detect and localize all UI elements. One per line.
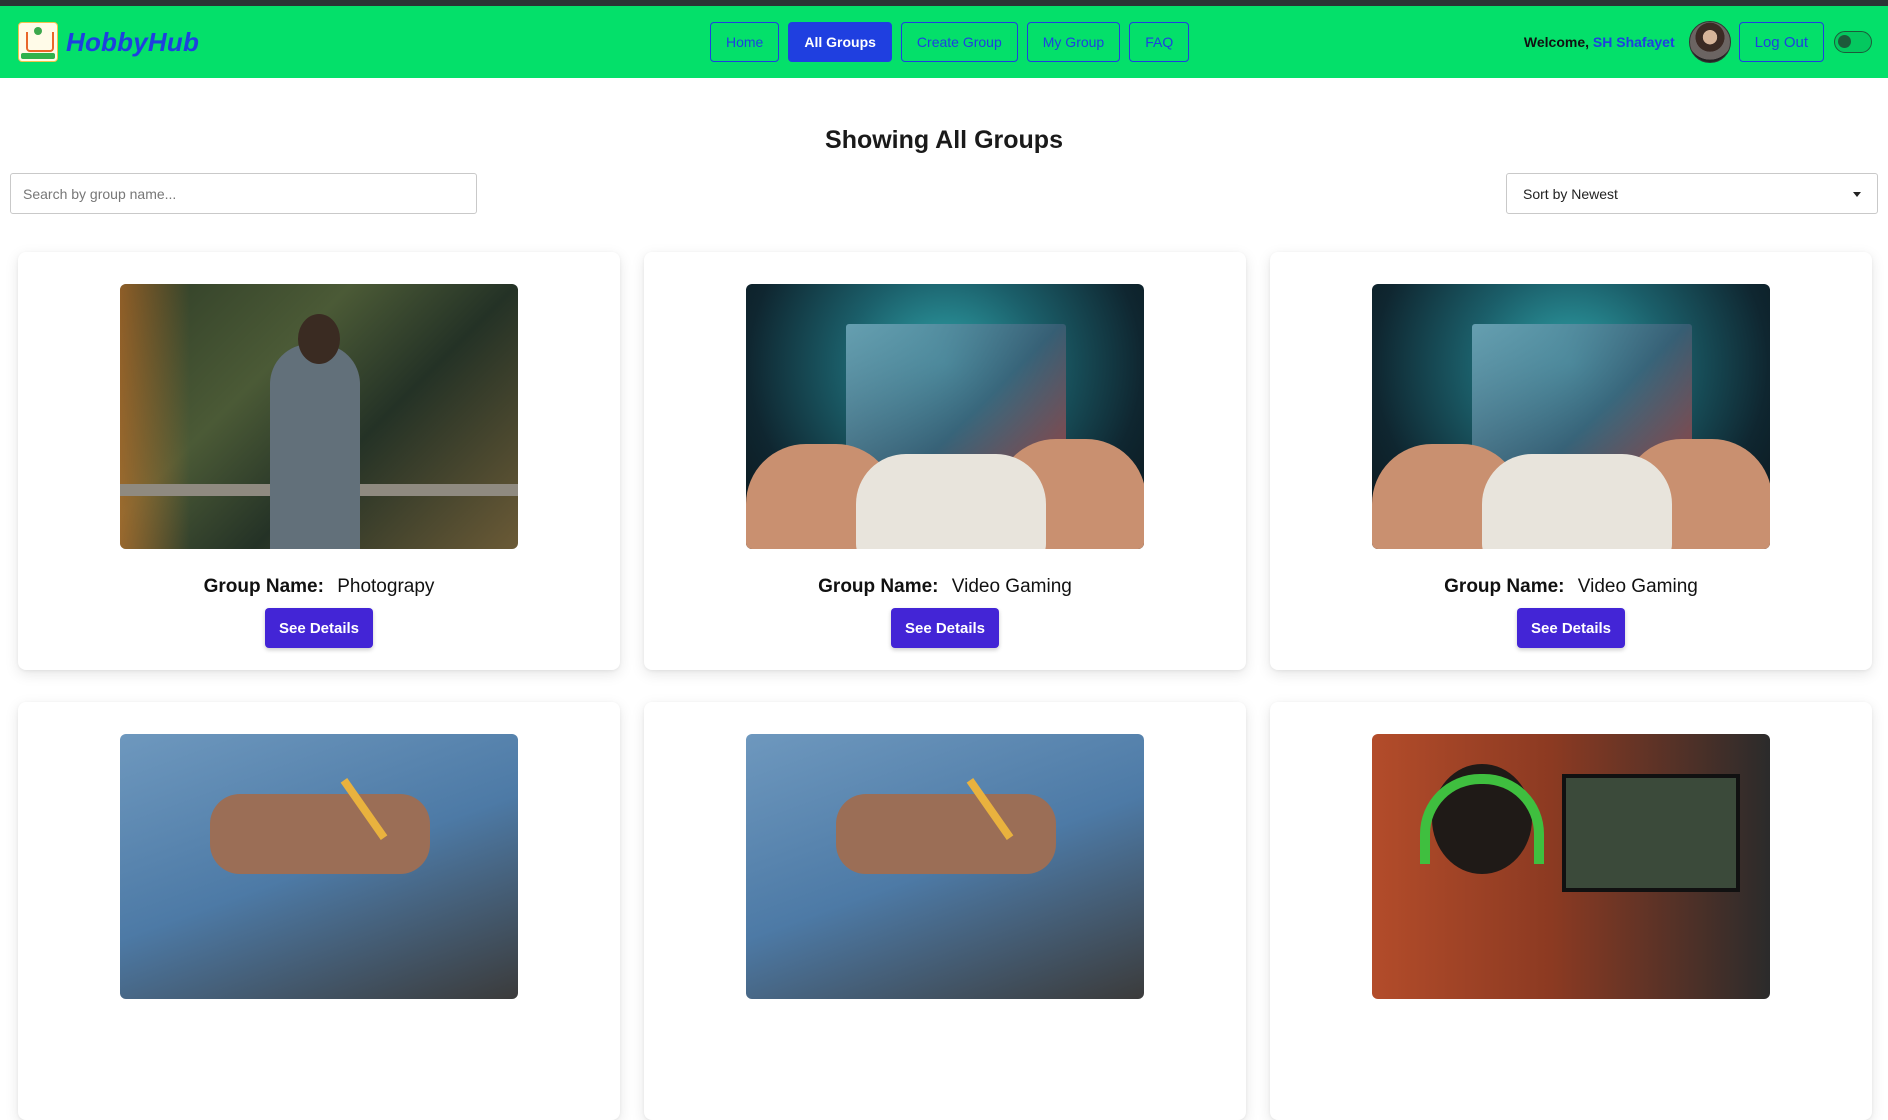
main-nav: Home All Groups Create Group My Group FA… xyxy=(710,22,1190,62)
brand[interactable]: HobbyHub xyxy=(18,20,199,64)
writing-image xyxy=(120,734,518,999)
gaming-controller-image xyxy=(746,284,1144,549)
navbar: HobbyHub Home All Groups Create Group My… xyxy=(0,6,1888,78)
group-card: Group Name: Video Gaming See Details xyxy=(1270,252,1872,670)
see-details-button[interactable]: See Details xyxy=(1517,608,1625,648)
sort-select[interactable]: Sort by Newest xyxy=(1506,173,1878,214)
sort-value: Sort by Newest xyxy=(1523,185,1618,202)
welcome-prefix: Welcome, xyxy=(1523,34,1590,50)
group-caption: Group Name: Video Gaming xyxy=(644,576,1246,598)
see-details-button[interactable]: See Details xyxy=(891,608,999,648)
group-card: Group Name: Photograpy See Details xyxy=(18,252,620,670)
logout-button[interactable]: Log Out xyxy=(1738,22,1824,62)
theme-toggle[interactable] xyxy=(1834,31,1872,53)
search-input[interactable] xyxy=(10,173,477,214)
hobbyhub-logo-icon xyxy=(18,22,58,62)
group-name: Photograpy xyxy=(337,576,435,597)
group-card: Group Name: Video Gaming See Details xyxy=(644,252,1246,670)
group-name-label: Group Name: xyxy=(203,576,324,597)
group-name-label: Group Name: xyxy=(1444,576,1565,597)
writing-image xyxy=(746,734,1144,999)
photography-image xyxy=(120,284,518,549)
group-card xyxy=(1270,702,1872,1120)
toggle-knob xyxy=(1838,35,1851,48)
group-card xyxy=(18,702,620,1120)
nav-my-group-button[interactable]: My Group xyxy=(1026,22,1121,62)
welcome-text: Welcome, SH Shafayet xyxy=(1524,34,1675,50)
group-name: Video Gaming xyxy=(1577,576,1698,597)
user-name: SH Shafayet xyxy=(1592,34,1675,50)
avatar[interactable] xyxy=(1688,21,1731,63)
pc-gamer-headphones-image xyxy=(1372,734,1770,999)
nav-all-groups-button[interactable]: All Groups xyxy=(788,22,892,62)
user-area: Welcome, SH Shafayet Log Out xyxy=(1524,20,1872,64)
group-card xyxy=(644,702,1246,1120)
nav-home-button[interactable]: Home xyxy=(710,22,780,62)
page-title: Showing All Groups xyxy=(825,126,1063,154)
brand-name[interactable]: HobbyHub xyxy=(66,27,199,58)
nav-faq-button[interactable]: FAQ xyxy=(1129,22,1190,62)
gaming-controller-image xyxy=(1372,284,1770,549)
group-caption: Group Name: Video Gaming xyxy=(1270,576,1872,598)
caret-down-icon xyxy=(1853,192,1861,197)
see-details-button[interactable]: See Details xyxy=(265,608,373,648)
group-name-label: Group Name: xyxy=(818,576,939,597)
group-caption: Group Name: Photograpy xyxy=(18,576,620,598)
nav-create-group-button[interactable]: Create Group xyxy=(900,22,1018,62)
group-name: Video Gaming xyxy=(951,576,1072,597)
